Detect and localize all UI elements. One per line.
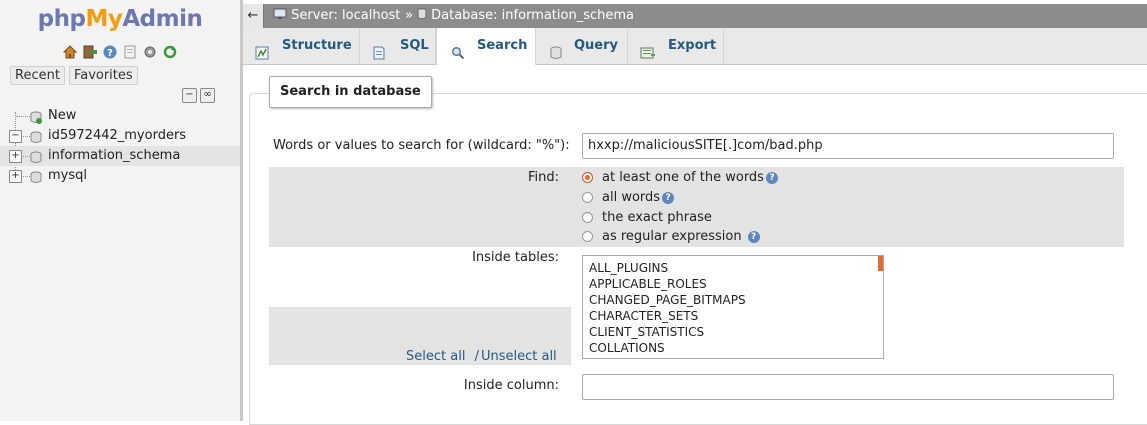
words-input[interactable]: hxxp://maliciousSITE[.]com/bad.php [582, 133, 1114, 159]
exit-icon[interactable] [82, 44, 98, 60]
tree-item-mysql[interactable]: + mysql [0, 166, 240, 186]
column-row: Inside column: [269, 367, 1124, 407]
breadcrumb-server[interactable]: Server: localhost [273, 4, 400, 28]
tab-search[interactable]: Search [436, 28, 536, 65]
tab-sql[interactable]: SQL [359, 28, 436, 64]
listbox-scrollbar[interactable] [878, 256, 883, 271]
tree-line [21, 136, 30, 138]
new-database-icon [30, 111, 42, 124]
database-icon [30, 151, 42, 163]
tree-controls: − ∞ [182, 88, 215, 103]
tree-item-label: information_schema [48, 148, 181, 163]
table-option[interactable]: ALL_PLUGINS [583, 260, 883, 276]
breadcrumb-database[interactable]: Database: information_schema [417, 4, 634, 28]
recent-tab[interactable]: Recent [10, 66, 65, 85]
tree-line [16, 116, 30, 118]
breadcrumb-separator: » [405, 8, 413, 23]
search-icon [451, 39, 465, 60]
words-label: Words or values to search for (wildcard:… [273, 138, 570, 153]
favorites-tab[interactable]: Favorites [68, 66, 138, 85]
tables-options: ALL_PLUGINS APPLICABLE_ROLES CHANGED_PAGE_… [583, 256, 883, 356]
collapse-all-icon[interactable]: − [182, 88, 197, 103]
help-icon[interactable]: ? [662, 191, 675, 204]
tab-export[interactable]: Export [627, 28, 724, 64]
home-icon[interactable] [62, 44, 78, 60]
radio-any[interactable] [582, 172, 593, 183]
tree-item-new[interactable]: New [0, 106, 240, 126]
phpmyadmin-logo[interactable]: phpMyAdmin [0, 6, 240, 32]
radio-all[interactable] [582, 192, 593, 203]
help-icon[interactable]: ? [747, 230, 760, 243]
tree-item-label: New [48, 108, 77, 123]
nav-tabs: Recent Favorites [10, 66, 138, 85]
help-icon[interactable]: ? [765, 171, 778, 184]
svg-text:?: ? [107, 48, 113, 59]
search-legend: Search in database [269, 76, 432, 108]
column-label: Inside column: [463, 378, 559, 393]
column-input[interactable] [582, 374, 1114, 400]
table-option[interactable]: CHARACTER_SETS [583, 308, 883, 324]
database-icon [30, 171, 42, 183]
radio-phrase[interactable] [582, 212, 593, 223]
select-all-link[interactable]: Select all [406, 349, 465, 364]
tables-label: Inside tables: [472, 250, 559, 265]
database-icon [30, 131, 42, 143]
reload-icon[interactable] [162, 44, 178, 60]
table-option[interactable]: CHANGED_PAGE_BITMAPS [583, 292, 883, 308]
database-icon [417, 8, 427, 20]
link-icon[interactable]: ∞ [200, 88, 215, 103]
tree-item-label: mysql [48, 168, 87, 183]
unselect-all-link[interactable]: Unselect all [481, 349, 557, 364]
tab-bar: Structure SQL Search Query Export [243, 28, 1147, 65]
words-row: Words or values to search for (wildcard:… [269, 127, 1124, 165]
breadcrumb: ← Server: localhost » Database: informat… [243, 4, 1147, 28]
table-option[interactable]: CLIENT_STATISTICS [583, 324, 883, 340]
sql-icon [372, 39, 386, 60]
help-icon[interactable]: ? [102, 44, 118, 60]
table-option[interactable]: COLLATIONS [583, 340, 883, 356]
navigation-panel: phpMyAdmin ? Recent Favorites − ∞ New − … [0, 0, 240, 421]
tree-item-information-schema[interactable]: + information_schema [0, 146, 240, 166]
radio-regex[interactable] [582, 231, 593, 242]
tab-structure[interactable]: Structure [243, 28, 360, 64]
tables-listbox[interactable]: ALL_PLUGINS APPLICABLE_ROLES CHANGED_PAGE_… [582, 255, 884, 359]
select-links-row: Select all / Unselect all [269, 307, 571, 365]
tree-item-label: id5972442_myorders [48, 128, 187, 143]
query-icon [549, 39, 563, 59]
table-option[interactable]: APPLICABLE_ROLES [583, 276, 883, 292]
back-arrow-icon[interactable]: ← [243, 4, 264, 28]
tree-item-id5972442-myorders[interactable]: − id5972442_myorders [0, 126, 240, 146]
listbox-scroll-track[interactable] [878, 256, 883, 358]
tree-line [21, 156, 30, 158]
export-icon [640, 39, 655, 59]
tab-query[interactable]: Query [535, 28, 628, 64]
find-label: Find: [527, 170, 559, 185]
docs-icon[interactable] [122, 44, 138, 60]
database-tree: New − id5972442_myorders + information_s… [0, 106, 240, 186]
find-row: Find: at least one of the words? all wor… [269, 167, 1124, 247]
tree-line [21, 176, 30, 178]
structure-icon [255, 39, 269, 60]
nav-icon-bar: ? [62, 42, 178, 62]
settings-icon[interactable] [142, 44, 158, 60]
select-links: Select all / Unselect all [406, 349, 557, 364]
